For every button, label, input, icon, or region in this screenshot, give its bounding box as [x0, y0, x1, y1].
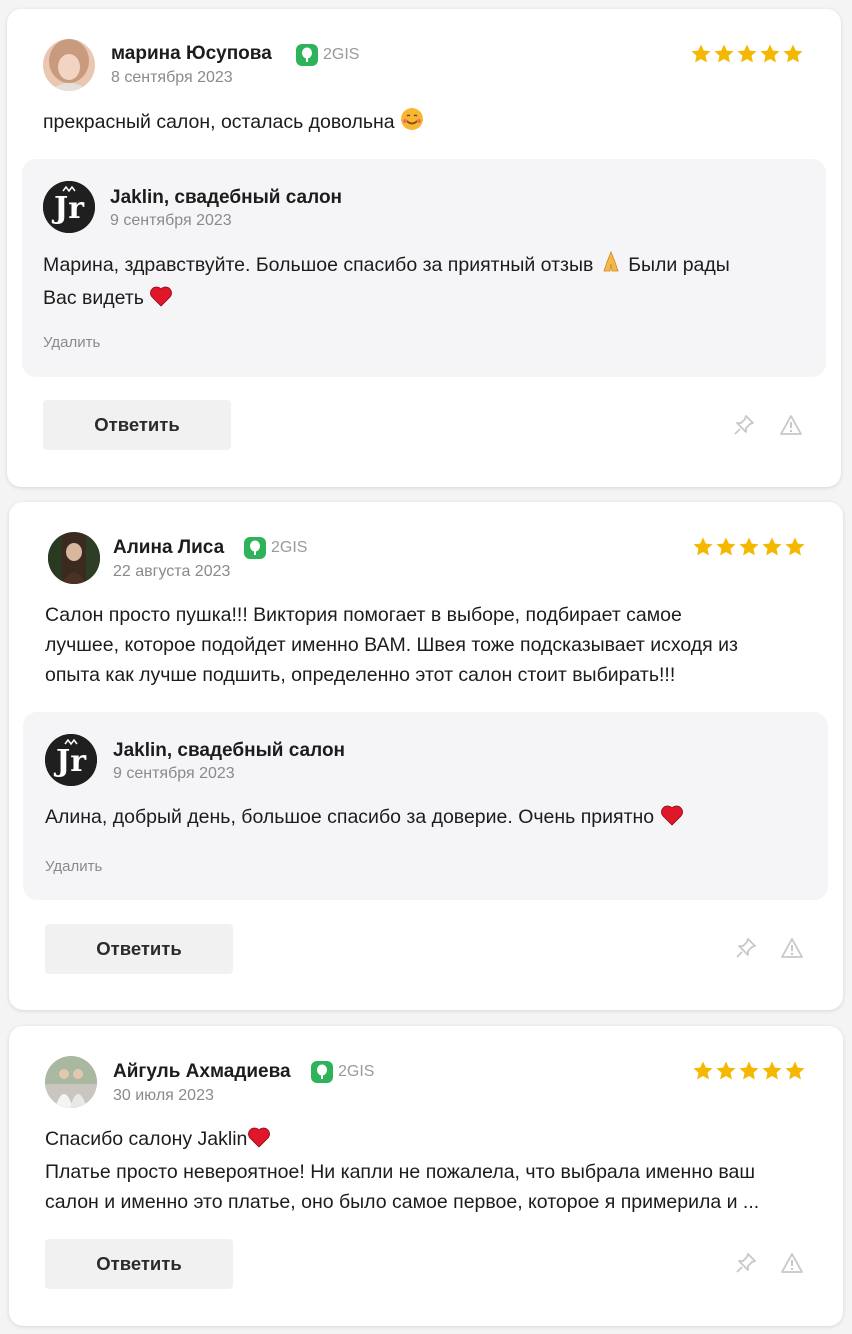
star-icon	[785, 537, 805, 556]
source-label: 2GIS	[271, 539, 308, 556]
report-icon[interactable]	[780, 1251, 804, 1275]
svg-text:Jr: Jr	[53, 744, 87, 779]
red-heart-icon	[247, 1126, 271, 1157]
reply-text-content: Алина, добрый день, большое спасибо за д…	[45, 806, 655, 828]
red-heart-icon	[660, 804, 684, 835]
reply-date: 9 сентября 2023	[113, 765, 235, 782]
reply-text-line: Вас видеть	[43, 287, 144, 309]
author-name[interactable]: Айгуль Ахмадиева	[113, 1061, 291, 1083]
star-icon	[762, 537, 782, 556]
star-icon	[739, 1061, 759, 1080]
pin-icon[interactable]	[734, 1251, 758, 1275]
review-date: 30 июля 2023	[113, 1087, 214, 1104]
review-text-content: прекрасный салон, осталась довольна	[43, 111, 395, 133]
star-icon	[737, 44, 757, 63]
owner-reply: Jr Jaklin, свадебный салон 9 сентября 20…	[22, 159, 826, 377]
red-heart-icon	[149, 285, 173, 316]
delete-reply-link[interactable]: Удалить	[45, 858, 102, 875]
review-text: Спасибо салону Jaklin Платье просто неве…	[45, 1124, 825, 1217]
rating-stars	[690, 43, 804, 65]
star-icon	[783, 44, 803, 63]
star-icon	[691, 44, 711, 63]
review-date: 8 сентября 2023	[111, 69, 233, 86]
review-text-line: опыта как лучше подшить, определенно это…	[45, 664, 676, 686]
smiling-face-with-hearts-icon	[400, 107, 424, 140]
reply-button[interactable]: Ответить	[45, 1239, 233, 1289]
review-text: прекрасный салон, осталась довольна	[43, 107, 424, 140]
star-icon	[716, 1061, 736, 1080]
review-text-line: лучшее, которое подойдет именно ВАМ. Шве…	[45, 634, 738, 656]
author-name[interactable]: марина Юсупова	[111, 43, 272, 65]
star-icon	[760, 44, 780, 63]
star-icon	[739, 537, 759, 556]
star-icon	[714, 44, 734, 63]
star-icon	[785, 1061, 805, 1080]
salon-logo: Jr	[45, 734, 97, 786]
reply-author: Jaklin, свадебный салон	[110, 187, 343, 208]
rating-stars	[692, 1060, 806, 1082]
folded-hands-icon	[599, 250, 623, 283]
avatar[interactable]	[45, 1056, 97, 1108]
2gis-icon	[296, 44, 318, 66]
star-icon	[762, 1061, 782, 1080]
review-date: 22 августа 2023	[113, 563, 231, 580]
owner-reply: Jr Jaklin, свадебный салон 9 сентября 20…	[23, 712, 828, 900]
reply-text: Алина, добрый день, большое спасибо за д…	[45, 802, 684, 835]
reply-text: Марина, здравствуйте. Большое спасибо за…	[43, 250, 813, 316]
review-card: марина Юсупова 2GIS 8 сентября 2023 прек…	[7, 9, 841, 487]
reply-button[interactable]: Ответить	[43, 400, 231, 450]
author-name[interactable]: Алина Лиса	[113, 537, 224, 559]
reply-text-line: Марина, здравствуйте. Большое спасибо за…	[43, 254, 594, 276]
reply-text-line: Были рады	[628, 254, 730, 276]
review-text-line: Платье просто невероятное! Ни капли не п…	[45, 1161, 755, 1183]
reply-button[interactable]: Ответить	[45, 924, 233, 974]
2gis-icon	[311, 1061, 333, 1083]
source-badge: 2GIS	[296, 44, 359, 66]
salon-logo: Jr	[43, 181, 95, 233]
review-text-line: салон и именно это платье, оно было само…	[45, 1191, 760, 1213]
source-label: 2GIS	[338, 1063, 375, 1080]
svg-text:Jr: Jr	[51, 191, 85, 226]
rating-stars	[692, 536, 806, 558]
source-badge: 2GIS	[244, 537, 307, 559]
delete-reply-link[interactable]: Удалить	[43, 334, 100, 351]
review-text: Салон просто пушка!!! Виктория помогает …	[45, 600, 825, 690]
2gis-icon	[244, 537, 266, 559]
reply-date: 9 сентября 2023	[110, 212, 232, 229]
star-icon	[693, 1061, 713, 1080]
review-card: Айгуль Ахмадиева 2GIS 30 июля 2023 Спаси…	[9, 1026, 843, 1326]
report-icon[interactable]	[780, 936, 804, 960]
star-icon	[693, 537, 713, 556]
report-icon[interactable]	[779, 413, 803, 437]
review-text-line: Салон просто пушка!!! Виктория помогает …	[45, 604, 682, 626]
avatar[interactable]	[48, 532, 100, 584]
pin-icon[interactable]	[734, 936, 758, 960]
avatar[interactable]	[43, 39, 95, 91]
source-badge: 2GIS	[311, 1061, 374, 1083]
pin-icon[interactable]	[732, 413, 756, 437]
review-text-line: Спасибо салону Jaklin	[45, 1128, 248, 1150]
source-label: 2GIS	[323, 46, 360, 63]
star-icon	[716, 537, 736, 556]
review-card: Алина Лиса 2GIS 22 августа 2023 Салон пр…	[9, 502, 843, 1010]
reply-author: Jaklin, свадебный салон	[113, 740, 346, 761]
